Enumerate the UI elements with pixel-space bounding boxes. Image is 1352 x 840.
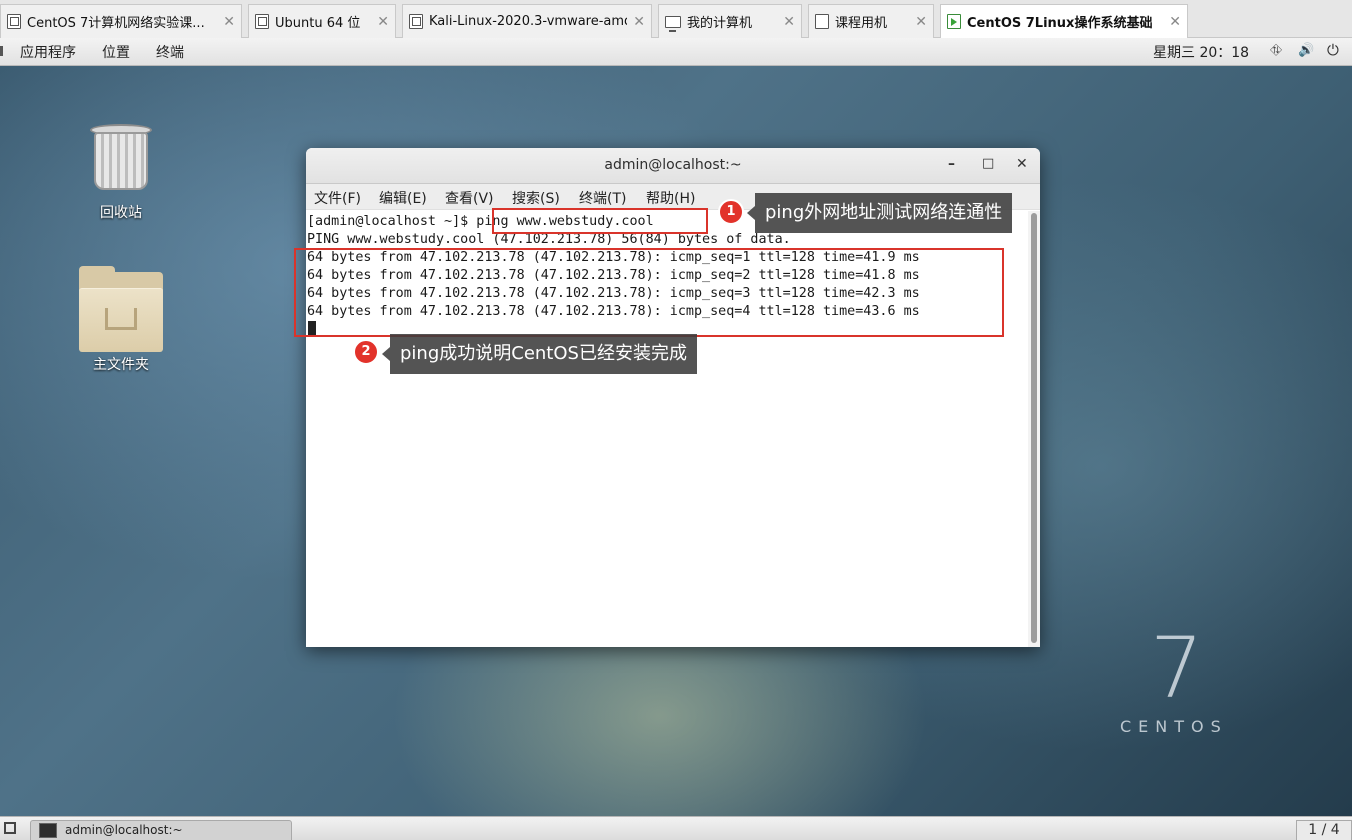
- tab-label: Kali-Linux-2020.3-vmware-amd64: [429, 14, 628, 29]
- menu-search[interactable]: 搜索(S): [512, 188, 560, 208]
- close-icon[interactable]: ✕: [1169, 14, 1181, 30]
- tab-label: 课程用机: [835, 16, 888, 31]
- tab-label: CentOS 7Linux操作系统基础: [967, 16, 1153, 31]
- terminal-menu[interactable]: 终端: [156, 42, 184, 62]
- vm-icon: [255, 14, 269, 29]
- close-icon[interactable]: ✕: [633, 14, 645, 30]
- centos-brand-number: 7: [1150, 619, 1204, 717]
- tab-course-machine[interactable]: 课程用机 ✕: [808, 4, 934, 38]
- menu-terminal[interactable]: 终端(T): [579, 188, 626, 208]
- tab-centos7-linux-basics[interactable]: CentOS 7Linux操作系统基础 ✕: [940, 4, 1188, 38]
- vmware-tab-bar: CentOS 7计算机网络实验课... ✕ Ubuntu 64 位 ✕ Kali…: [0, 0, 1352, 38]
- show-desktop-icon[interactable]: [4, 822, 16, 834]
- bottom-taskbar: admin@localhost:~ 1 / 4: [0, 816, 1352, 840]
- tab-label: Ubuntu 64 位: [275, 16, 361, 31]
- tab-kali-linux[interactable]: Kali-Linux-2020.3-vmware-amd64 ✕: [402, 4, 652, 38]
- maximize-button[interactable]: □: [982, 156, 994, 171]
- clock[interactable]: 星期三 20：18: [1153, 42, 1249, 62]
- terminal-titlebar[interactable]: admin@localhost:~ – □ ✕: [306, 148, 1040, 184]
- trash-can-body: [94, 132, 148, 190]
- page-icon: [815, 14, 829, 29]
- close-icon[interactable]: ✕: [783, 14, 795, 30]
- minimize-button[interactable]: –: [948, 156, 955, 172]
- tab-my-computer[interactable]: 我的计算机 ✕: [658, 4, 802, 38]
- network-icon[interactable]: ⛗: [1270, 41, 1282, 59]
- taskbar-item-label: admin@localhost:~: [65, 823, 183, 837]
- annotation-callout-2: ping成功说明CentOS已经安装完成: [382, 334, 697, 374]
- tab-label: CentOS 7计算机网络实验课...: [27, 16, 205, 31]
- desktop: 回收站 主文件夹 7 CENTOS admin@localhost:~ – □ …: [0, 66, 1352, 816]
- close-icon[interactable]: ✕: [223, 14, 235, 30]
- vm-icon: [409, 14, 423, 29]
- close-button[interactable]: ✕: [1016, 156, 1028, 172]
- command-highlight-box: [492, 208, 708, 234]
- annotation-badge-2: 2: [353, 339, 379, 365]
- window-title: admin@localhost:~: [604, 157, 742, 173]
- close-icon[interactable]: ✕: [915, 14, 927, 30]
- volume-icon[interactable]: 🔊: [1298, 43, 1314, 58]
- computer-icon: [665, 15, 681, 32]
- taskbar-terminal-item[interactable]: admin@localhost:~: [30, 820, 292, 840]
- home-folder-desktop-icon[interactable]: 主文件夹: [61, 266, 181, 374]
- menu-file[interactable]: 文件(F): [314, 188, 361, 208]
- annotation-callout-1: ping外网地址测试网络连通性: [746, 193, 1013, 233]
- centos-brand-text: CENTOS: [1120, 717, 1228, 736]
- applications-menu[interactable]: 应用程序: [20, 42, 76, 62]
- scrollbar-thumb[interactable]: [1031, 213, 1037, 643]
- scrollbar[interactable]: [1028, 211, 1040, 647]
- terminal-icon: [39, 823, 57, 838]
- close-icon[interactable]: ✕: [377, 14, 389, 30]
- folder-icon: [79, 266, 163, 352]
- home-folder-label: 主文件夹: [93, 357, 149, 373]
- vm-running-icon: [947, 14, 961, 29]
- places-menu[interactable]: 位置: [102, 42, 130, 62]
- gnome-top-panel: 应用程序 位置 终端 星期三 20：18 ⛗ 🔊 ⏻: [0, 38, 1352, 66]
- workspace-pager[interactable]: 1 / 4: [1296, 820, 1352, 840]
- annotation-badge-1: 1: [718, 199, 744, 225]
- tab-label: 我的计算机: [687, 16, 753, 31]
- menu-help[interactable]: 帮助(H): [646, 188, 695, 208]
- trash-label: 回收站: [100, 205, 142, 221]
- home-icon: [105, 308, 137, 330]
- menu-edit[interactable]: 编辑(E): [379, 188, 427, 208]
- vm-icon: [7, 14, 21, 29]
- tab-centos7-network-lab[interactable]: CentOS 7计算机网络实验课... ✕: [0, 4, 242, 38]
- ping-result-highlight-box: [294, 248, 1004, 337]
- menu-view[interactable]: 查看(V): [445, 188, 494, 208]
- trash-desktop-icon[interactable]: 回收站: [61, 120, 181, 222]
- apps-menu-icon: [0, 46, 8, 56]
- tab-ubuntu[interactable]: Ubuntu 64 位 ✕: [248, 4, 396, 38]
- power-icon[interactable]: ⏻: [1327, 41, 1339, 59]
